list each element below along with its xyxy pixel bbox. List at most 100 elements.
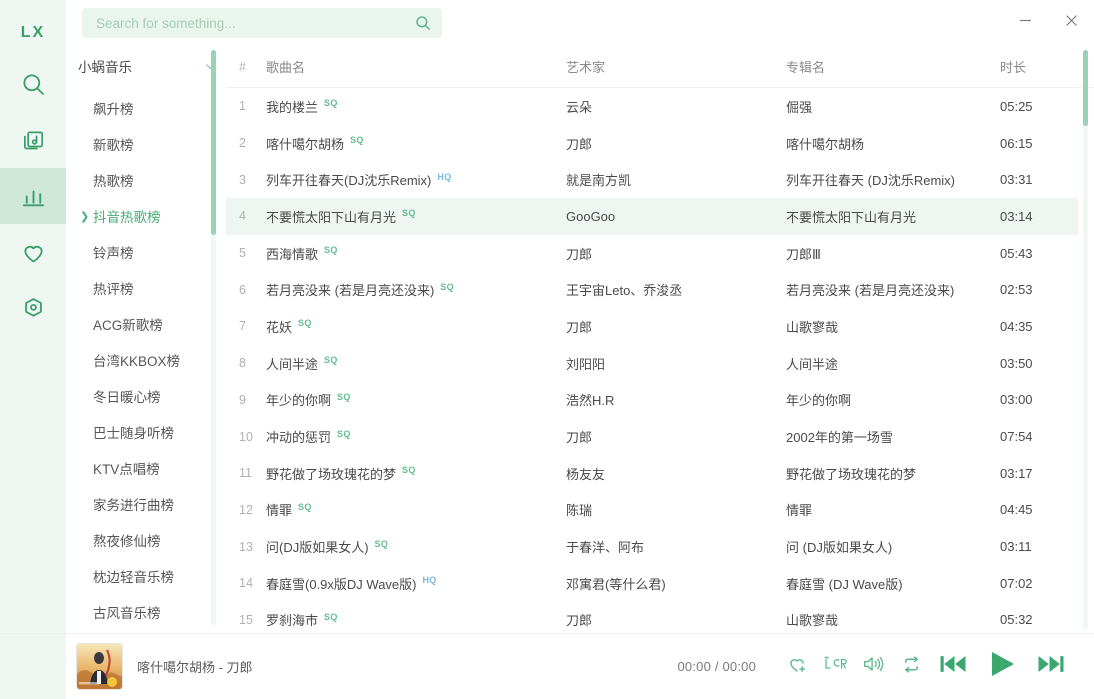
table-scrollbar-track[interactable] bbox=[1083, 50, 1088, 629]
sidebar-item[interactable]: 新歌榜 bbox=[66, 126, 226, 162]
table-row[interactable]: 4 不要慌太阳下山有月光 SQ GooGoo 不要慌太阳下山有月光 03:14 bbox=[226, 198, 1078, 235]
album-art bbox=[77, 644, 122, 689]
song-title: 情罪 bbox=[266, 503, 293, 519]
favorite-button[interactable] bbox=[778, 647, 816, 687]
rail-item-leaderboard[interactable] bbox=[0, 168, 66, 224]
quality-badge: SQ bbox=[324, 98, 338, 109]
cell-artist: 于春洋、阿布 bbox=[566, 540, 645, 556]
cell-album: 人间半途 bbox=[786, 356, 839, 372]
close-button[interactable] bbox=[1048, 0, 1094, 46]
playback-time: 00:00 / 00:00 bbox=[677, 659, 756, 674]
table-row[interactable]: 13 问(DJ版如果女人) SQ 于春洋、阿布 问 (DJ版如果女人) 03:11 bbox=[226, 528, 1078, 565]
song-title: 花妖 bbox=[266, 319, 293, 335]
sidebar-item[interactable]: 飙升榜 bbox=[66, 90, 226, 126]
cell-num: 8 bbox=[239, 356, 246, 371]
cell-artist: 浩然H.R bbox=[566, 393, 615, 409]
song-title: 冲动的惩罚 bbox=[266, 430, 332, 446]
sidebar-item-active[interactable]: ❯ 抖音热歌榜 bbox=[66, 198, 226, 234]
cell-num: 1 bbox=[239, 99, 246, 114]
play-icon bbox=[986, 649, 1018, 684]
table-row[interactable]: 8 人间半途 SQ 刘阳阳 人间半途 03:50 bbox=[226, 345, 1078, 382]
cell-album: 情罪 bbox=[786, 503, 813, 519]
sidebar-item[interactable]: 冬日暖心榜 bbox=[66, 378, 226, 414]
skip-back-icon bbox=[938, 651, 968, 682]
search-input[interactable] bbox=[96, 15, 414, 31]
cell-duration: 06:15 bbox=[1000, 135, 1033, 151]
cell-album: 山歌寥哉 bbox=[786, 613, 839, 629]
rail-item-settings[interactable] bbox=[0, 280, 66, 336]
cell-album: 年少的你啊 bbox=[786, 393, 852, 409]
quality-badge: SQ bbox=[440, 281, 454, 292]
table-body[interactable]: 1 我的楼兰 SQ 云朵 倔强 05:25 2 喀什噶尔胡杨 SQ 刀郎 喀什噶尔胡杨 06:15 3 列… bbox=[226, 88, 1094, 633]
cell-num: 12 bbox=[239, 502, 253, 517]
now-playing-label: 喀什噶尔胡杨 - 刀郎 bbox=[137, 660, 253, 675]
rail-item-search[interactable] bbox=[0, 56, 66, 112]
sidebar-item[interactable]: 巴士随身听榜 bbox=[66, 414, 226, 450]
cell-num: 3 bbox=[239, 172, 246, 187]
quality-badge: SQ bbox=[337, 391, 351, 402]
window-controls bbox=[1002, 0, 1094, 46]
title-bar bbox=[66, 0, 1094, 46]
repeat-button[interactable] bbox=[892, 647, 930, 687]
search-icon[interactable] bbox=[414, 14, 432, 32]
sidebar-item[interactable]: 热评榜 bbox=[66, 270, 226, 306]
music-player-window: LX Search for something... 小蜗音乐 飙升榜 新歌榜 … bbox=[0, 0, 1094, 699]
cell-title: 列车开往春天(DJ沈乐Remix) HQ bbox=[266, 170, 566, 189]
sidebar-item[interactable]: 台湾KKBOX榜 bbox=[66, 342, 226, 378]
cell-album: 列车开往春天 (DJ沈乐Remix) bbox=[786, 173, 955, 189]
song-title: 我的楼兰 bbox=[266, 99, 319, 115]
next-button[interactable] bbox=[1028, 647, 1074, 687]
table-row[interactable]: 1 我的楼兰 SQ 云朵 倔强 05:25 bbox=[226, 88, 1078, 125]
table-row[interactable]: 11 野花做了场玫瑰花的梦 SQ 杨友友 野花做了场玫瑰花的梦 03:17 bbox=[226, 455, 1078, 492]
cell-title: 我的楼兰 SQ bbox=[266, 97, 566, 116]
table-row[interactable]: 6 若月亮没来 (若是月亮还没来) SQ 王宇宙Leto、乔浚丞 若月亮没来 (若是月亮… bbox=[226, 271, 1078, 308]
quality-badge: SQ bbox=[350, 135, 364, 146]
table-scrollbar-thumb[interactable] bbox=[1083, 50, 1088, 126]
rail-item-my-music[interactable] bbox=[0, 112, 66, 168]
play-button[interactable] bbox=[976, 647, 1028, 687]
cell-duration: 07:54 bbox=[1000, 429, 1033, 445]
cell-artist: GooGoo bbox=[566, 208, 616, 224]
sidebar-item[interactable]: ACG新歌榜 bbox=[66, 306, 226, 342]
cell-album: 喀什噶尔胡杨 bbox=[786, 136, 865, 152]
search-box[interactable] bbox=[82, 8, 442, 38]
sidebar-item[interactable]: 铃声榜 bbox=[66, 234, 226, 270]
table-row[interactable]: 3 列车开往春天(DJ沈乐Remix) HQ 就是南方凯 列车开往春天 (DJ沈乐Rem… bbox=[226, 161, 1078, 198]
sidebar-item[interactable]: 热歌榜 bbox=[66, 162, 226, 198]
song-title: 问(DJ版如果女人) bbox=[266, 540, 369, 556]
volume-button[interactable] bbox=[854, 647, 892, 687]
rank-list[interactable]: 飙升榜 新歌榜 热歌榜 ❯ 抖音热歌榜 铃声榜 热评榜 ACG新歌榜 台湾KKBOX榜冬日暖心榜… bbox=[66, 86, 226, 633]
cell-duration: 03:14 bbox=[1000, 208, 1033, 224]
sidebar-item[interactable]: 古风音乐榜 bbox=[66, 594, 226, 630]
sidebar-item[interactable]: KTV点唱榜 bbox=[66, 450, 226, 486]
table-row[interactable]: 5 西海情歌 SQ 刀郎 刀郎Ⅲ 05:43 bbox=[226, 235, 1078, 272]
song-title: 不要慌太阳下山有月光 bbox=[266, 209, 397, 225]
sidebar-item[interactable]: 熬夜修仙榜 bbox=[66, 522, 226, 558]
table-row[interactable]: 9 年少的你啊 SQ 浩然H.R 年少的你啊 03:00 bbox=[226, 382, 1078, 419]
rank-list-scrollbar-track[interactable] bbox=[211, 50, 216, 625]
cell-title: 问(DJ版如果女人) SQ bbox=[266, 537, 566, 556]
sidebar-item[interactable]: 枕边轻音乐榜 bbox=[66, 558, 226, 594]
quality-badge: SQ bbox=[402, 465, 416, 476]
sidebar-item[interactable]: 家务进行曲榜 bbox=[66, 486, 226, 522]
table-row[interactable]: 7 花妖 SQ 刀郎 山歌寥哉 04:35 bbox=[226, 308, 1078, 345]
sidebar-item-label: 冬日暖心榜 bbox=[93, 390, 161, 405]
source-selector[interactable]: 小蜗音乐 bbox=[66, 46, 226, 86]
column-header-artist: 艺术家 bbox=[566, 60, 606, 75]
quality-badge: SQ bbox=[324, 611, 338, 622]
lrc-icon bbox=[822, 653, 848, 680]
lyrics-button[interactable] bbox=[816, 647, 854, 687]
previous-button[interactable] bbox=[930, 647, 976, 687]
rail-item-favorites[interactable] bbox=[0, 224, 66, 280]
rank-list-scrollbar-thumb[interactable] bbox=[211, 50, 216, 235]
minimize-button[interactable] bbox=[1002, 0, 1048, 46]
table-row[interactable]: 2 喀什噶尔胡杨 SQ 刀郎 喀什噶尔胡杨 06:15 bbox=[226, 125, 1078, 162]
player-bar: 喀什噶尔胡杨 - 刀郎 00:00 / 00:00 bbox=[0, 633, 1094, 699]
quality-badge: SQ bbox=[402, 208, 416, 219]
table-row[interactable]: 15 罗刹海市 SQ 刀郎 山歌寥哉 05:32 bbox=[226, 602, 1078, 633]
song-title: 喀什噶尔胡杨 bbox=[266, 136, 345, 152]
table-row[interactable]: 12 情罪 SQ 陈瑞 情罪 04:45 bbox=[226, 492, 1078, 529]
table-row[interactable]: 10 冲动的惩罚 SQ 刀郎 2002年的第一场雪 07:54 bbox=[226, 418, 1078, 455]
table-row[interactable]: 14 春庭雪(0.9x版DJ Wave版) HQ 邓寓君(等什么君) 春庭雪 (DJ W… bbox=[226, 565, 1078, 602]
album-cover-thumbnail[interactable] bbox=[76, 643, 123, 690]
